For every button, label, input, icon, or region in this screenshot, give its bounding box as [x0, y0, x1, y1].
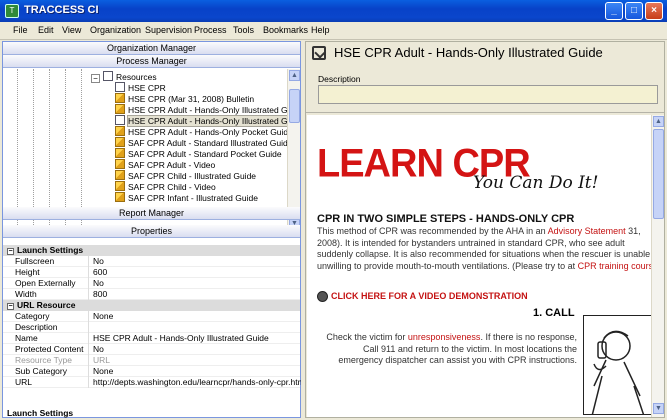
- scroll-up-icon[interactable]: ▲: [653, 116, 664, 127]
- property-row[interactable]: Protected Content No: [3, 344, 300, 355]
- close-button[interactable]: ×: [645, 2, 663, 20]
- document-icon: [115, 181, 125, 191]
- banner-subtitle: You Can Do It!: [473, 173, 599, 193]
- document-icon: [115, 148, 125, 158]
- menu-file[interactable]: File: [13, 25, 28, 35]
- property-row[interactable]: Description: [3, 322, 300, 333]
- section-title: CPR IN TWO SIMPLE STEPS - HANDS-ONLY CPR: [317, 213, 575, 225]
- property-row[interactable]: Name HSE CPR Adult - Hands-Only Illustrat…: [3, 333, 300, 344]
- person-calling-illustration: [583, 315, 651, 415]
- tree-item[interactable]: SAF CPR Child - Illustrated Guide: [115, 170, 256, 181]
- tree-item[interactable]: SAF CPR Child - Video: [115, 181, 216, 192]
- report-manager-header[interactable]: Report Manager: [3, 207, 300, 220]
- maximize-button[interactable]: □: [625, 2, 643, 20]
- tree-item[interactable]: HSE CPR Adult - Hands-Only Illustrated G…: [115, 104, 300, 115]
- menu-help[interactable]: Help: [311, 25, 330, 35]
- tree-node-resources[interactable]: − Resources: [91, 71, 157, 83]
- title-bar: T TRACCESS CI _ □ ×: [0, 0, 667, 22]
- hse-resource-icon: [115, 115, 125, 125]
- collapse-icon[interactable]: −: [91, 74, 100, 83]
- cpr-training-link[interactable]: CPR training course: [578, 261, 651, 271]
- collapse-icon[interactable]: −: [7, 303, 14, 310]
- scroll-up-icon[interactable]: ▲: [289, 70, 300, 81]
- tree-item[interactable]: SAF CPR Infant - Illustrated Guide: [115, 192, 258, 203]
- tree-item-selected[interactable]: HSE CPR Adult - Hands-Only Illustrated G…: [115, 115, 300, 127]
- property-description-title: Launch Settings: [7, 408, 74, 418]
- menu-supervision[interactable]: Supervision: [145, 25, 192, 35]
- window-title: TRACCESS CI: [24, 4, 99, 16]
- app-icon: T: [5, 4, 19, 18]
- video-demonstration-link[interactable]: CLICK HERE FOR A VIDEO DEMONSTRATION: [331, 291, 528, 301]
- advisory-statement-link[interactable]: Advisory Statement: [548, 226, 626, 236]
- step-call-heading: 1. CALL: [533, 307, 575, 319]
- folder-icon: [103, 71, 113, 81]
- scroll-down-icon[interactable]: ▼: [653, 403, 664, 414]
- menu-edit[interactable]: Edit: [38, 25, 54, 35]
- document-icon: [115, 192, 125, 202]
- scroll-thumb[interactable]: [653, 129, 664, 219]
- tree-item[interactable]: HSE CPR Adult - Hands-Only Pocket Guide: [115, 126, 293, 137]
- property-grid: − Launch Settings Fullscreen No Height 600 …: [3, 245, 307, 418]
- document-icon: [115, 137, 125, 147]
- property-row[interactable]: Height 600: [3, 267, 300, 278]
- property-row[interactable]: Width 800: [3, 289, 300, 300]
- tree-item[interactable]: SAF CPR Adult - Standard Illustrated Gui…: [115, 137, 292, 148]
- divider: [306, 112, 664, 113]
- tree-item[interactable]: SAF CPR Adult - Standard Pocket Guide: [115, 148, 282, 159]
- menu-process[interactable]: Process: [194, 25, 227, 35]
- left-panel: Organization Manager Process Manager − Re…: [2, 41, 307, 418]
- organization-manager-header[interactable]: Organization Manager: [3, 42, 300, 55]
- menu-bookmarks[interactable]: Bookmarks: [263, 25, 308, 35]
- tree-item[interactable]: HSE CPR (Mar 31, 2008) Bulletin: [115, 93, 254, 104]
- section-body: This method of CPR was recommended by th…: [317, 226, 651, 272]
- right-panel: HSE CPR Adult - Hands-Only Illustrated G…: [305, 41, 665, 418]
- document-icon: [115, 170, 125, 180]
- resource-check-icon: [312, 46, 326, 60]
- menu-bar: File Edit View Organization Supervision …: [0, 22, 667, 40]
- embedded-browser[interactable]: LEARN CPR You Can Do It! CPR IN TWO SIMP…: [307, 115, 651, 417]
- document-icon: [115, 126, 125, 136]
- tree-item[interactable]: HSE CPR: [115, 82, 166, 93]
- tree-item[interactable]: SAF CPR Adult - Video: [115, 159, 215, 170]
- description-label: Description: [318, 74, 361, 84]
- scroll-thumb[interactable]: [289, 89, 300, 123]
- minimize-button[interactable]: _: [605, 2, 623, 20]
- properties-header: Properties: [3, 225, 300, 238]
- property-group-launch-settings[interactable]: − Launch Settings: [3, 245, 300, 256]
- menu-organization[interactable]: Organization: [90, 25, 141, 35]
- step-call-body: Check the victim for unresponsiveness. I…: [326, 332, 577, 365]
- browser-scrollbar[interactable]: ▲ ▼: [651, 115, 664, 417]
- collapse-icon[interactable]: −: [7, 248, 14, 255]
- menu-tools[interactable]: Tools: [233, 25, 254, 35]
- process-manager-header[interactable]: Process Manager: [3, 55, 300, 68]
- unresponsiveness-link[interactable]: unresponsiveness: [408, 332, 481, 342]
- hse-resource-icon: [115, 82, 125, 92]
- property-row[interactable]: Fullscreen No: [3, 256, 300, 267]
- document-icon: [115, 104, 125, 114]
- resource-title: HSE CPR Adult - Hands-Only Illustrated G…: [334, 45, 603, 60]
- property-group-url-resource[interactable]: − URL Resource: [3, 300, 300, 311]
- menu-view[interactable]: View: [62, 25, 81, 35]
- document-icon: [115, 93, 125, 103]
- property-row[interactable]: Category None: [3, 311, 300, 322]
- description-field[interactable]: [318, 85, 658, 104]
- property-row[interactable]: Open Externally No: [3, 278, 300, 289]
- document-icon: [115, 159, 125, 169]
- video-camera-icon[interactable]: [317, 291, 328, 302]
- property-row[interactable]: URL http://depts.washington.edu/learncpr/…: [3, 377, 307, 388]
- property-row[interactable]: Sub Category None: [3, 366, 300, 377]
- property-row-disabled: Resource Type URL: [3, 355, 300, 366]
